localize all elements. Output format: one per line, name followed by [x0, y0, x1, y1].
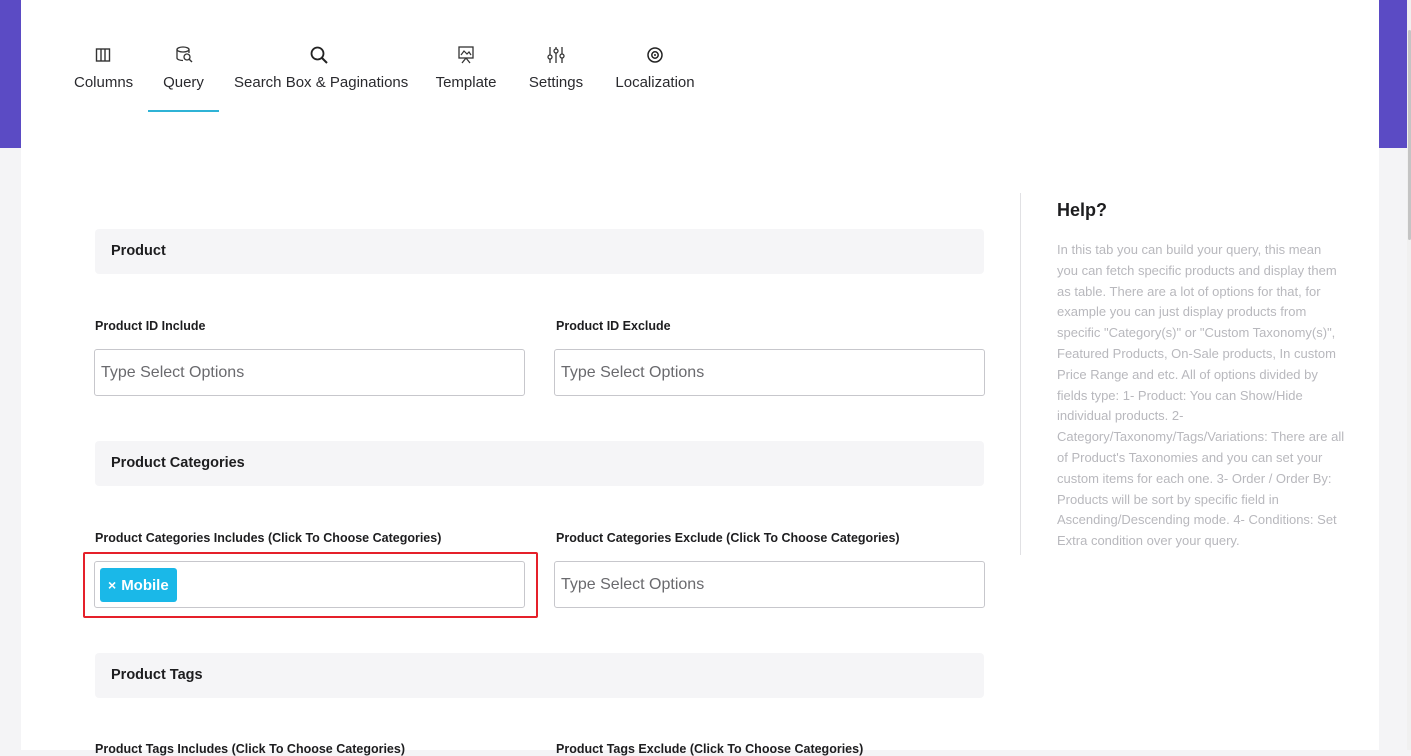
highlight-annotation: [83, 552, 538, 618]
columns-icon: [74, 42, 132, 68]
tab-label: Template: [435, 74, 497, 91]
sliders-icon: [528, 42, 584, 68]
tab-label: Settings: [528, 74, 584, 91]
tab-label: Columns: [74, 74, 134, 91]
categories-exclude-input[interactable]: [555, 562, 984, 607]
tab-bar: Columns Query Search Box & Paginations T…: [21, 0, 1379, 149]
product-id-include-label: Product ID Include: [95, 319, 206, 333]
tags-include-label: Product Tags Includes (Click To Choose C…: [95, 742, 406, 756]
section-header-product: Product: [95, 229, 984, 274]
query-icon: [148, 42, 219, 68]
tab-query[interactable]: Query: [148, 42, 219, 112]
tab-columns[interactable]: Columns: [74, 42, 134, 112]
right-accent-bar: [1379, 0, 1407, 148]
product-id-exclude-label: Product ID Exclude: [556, 319, 671, 333]
tab-label: Localization: [615, 74, 695, 91]
left-accent-bar: [0, 0, 21, 148]
categories-include-label: Product Categories Includes (Click To Ch…: [95, 531, 442, 545]
tab-label: Query: [163, 74, 204, 91]
tab-settings[interactable]: Settings: [528, 42, 584, 112]
tab-search-box-paginations[interactable]: Search Box & Paginations: [234, 42, 409, 112]
product-id-include-input[interactable]: [95, 350, 524, 395]
tags-exclude-label: Product Tags Exclude (Click To Choose Ca…: [556, 742, 864, 756]
tab-label: Search Box & Paginations: [234, 74, 409, 91]
tab-template[interactable]: Template: [434, 42, 498, 112]
active-tab-underline: [148, 110, 219, 112]
help-divider: [1020, 193, 1021, 555]
categories-exclude-select[interactable]: [554, 561, 985, 608]
section-header-product-categories: Product Categories: [95, 441, 984, 486]
product-id-exclude-select[interactable]: [554, 349, 985, 396]
section-header-product-tags: Product Tags: [95, 653, 984, 698]
template-icon: [434, 42, 498, 68]
product-id-exclude-input[interactable]: [555, 350, 984, 395]
search-icon: [234, 42, 404, 68]
target-icon: [615, 42, 695, 68]
product-id-include-select[interactable]: [94, 349, 525, 396]
help-title: Help?: [1057, 200, 1108, 220]
help-text: In this tab you can build your query, th…: [1057, 242, 1345, 549]
tab-localization[interactable]: Localization: [615, 42, 695, 112]
categories-exclude-label: Product Categories Exclude (Click To Cho…: [556, 531, 900, 545]
